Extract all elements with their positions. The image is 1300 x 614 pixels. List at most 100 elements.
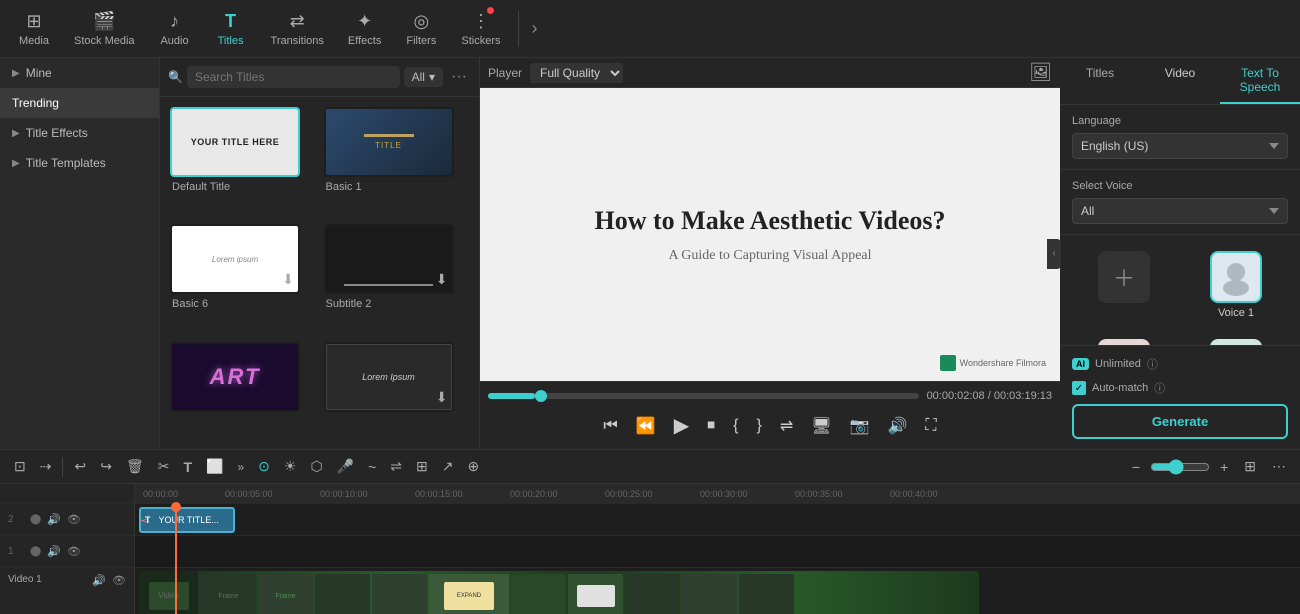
title-templates-arrow-icon: ▶ (12, 158, 20, 169)
unlimited-info-icon[interactable]: ⓘ (1147, 356, 1158, 372)
play-button[interactable]: ▶ (671, 410, 692, 441)
crop-button[interactable]: ⬜ (200, 454, 229, 479)
progress-bar[interactable] (488, 393, 919, 399)
zoom-slider[interactable] (1150, 459, 1210, 475)
motion-track-button[interactable]: ↗ (436, 454, 460, 479)
track1-eye-icon[interactable]: 👁 (67, 545, 81, 558)
track2-eye-icon[interactable]: 👁 (67, 513, 81, 526)
redo-button[interactable]: ↪ (94, 454, 118, 479)
track1-audio-icon[interactable]: 🔊 (47, 545, 61, 558)
voice-filter-select[interactable]: All (1072, 198, 1288, 224)
audio-mix-button[interactable]: ~ (362, 455, 382, 479)
voice-card-voice1[interactable]: Voice 1 (1184, 245, 1288, 325)
title-clip[interactable]: T ✂ YOUR TITLE... (139, 507, 235, 533)
add-voice-button[interactable]: ＋ (1098, 251, 1150, 303)
preview-image-icon[interactable]: 🖼 (1029, 62, 1052, 83)
collapse-left-button[interactable]: ‹ (1047, 239, 1061, 269)
sidebar-item-mine[interactable]: ▶ Mine (0, 58, 159, 88)
toolbar-stickers[interactable]: ⋮ Stickers (451, 7, 510, 51)
progress-handle[interactable] (535, 390, 547, 402)
filter-dropdown[interactable]: All ▾ (404, 67, 443, 87)
title-card-subtitle2[interactable]: ⬇ Subtitle 2 (324, 224, 470, 333)
toolbar-transitions[interactable]: ⇄ Transitions (261, 7, 334, 51)
snap-tool-button[interactable]: ⊡ (8, 454, 32, 479)
tl-sep1 (62, 457, 63, 477)
title-card-basic6-img[interactable]: Lorem ipsum ⬇ (170, 224, 300, 294)
mark-in-button[interactable]: { (730, 414, 741, 438)
audio-button[interactable]: 🔊 (884, 413, 910, 439)
titles-panel: 🔍 All ▾ ··· YOUR TITLE HERE Default Titl (160, 58, 480, 449)
tab-titles[interactable]: Titles (1060, 58, 1140, 104)
sidebar-item-title-templates[interactable]: ▶ Title Templates (0, 148, 159, 178)
grid-view-button[interactable]: ⊞ (1238, 454, 1262, 479)
sidebar-item-title-effects[interactable]: ▶ Title Effects (0, 118, 159, 148)
tracks: T ✂ YOUR TITLE... (135, 504, 1300, 614)
voice-card-jason[interactable]: Jason (1184, 333, 1288, 345)
automatch-checkbox[interactable]: ✓ (1072, 381, 1086, 395)
zoom-out-button[interactable]: − (1126, 455, 1146, 479)
playhead[interactable] (175, 504, 177, 614)
title-card-default-img[interactable]: YOUR TITLE HERE (170, 107, 300, 177)
voice-card-jenny[interactable]: Jenny (1072, 333, 1176, 345)
ripple-button[interactable]: ⇢ (34, 454, 58, 479)
title-card-default[interactable]: YOUR TITLE HERE Default Title (170, 107, 316, 216)
toolbar-media[interactable]: ⊞ Media (8, 7, 60, 51)
time-mark-0: 00:00:00 (143, 489, 178, 499)
jason-avatar[interactable] (1210, 339, 1262, 345)
text-button[interactable]: T (177, 455, 198, 479)
playback-controls: ⏮ ⏪ ▶ ⏹ { } ⇌ 🖥 📷 🔊 ⛶ (488, 406, 1052, 445)
color-button[interactable]: ☀ (278, 454, 303, 479)
stabilize-button[interactable]: ⇌ (777, 413, 796, 439)
track2-audio-icon[interactable]: 🔊 (47, 513, 61, 526)
screenshot-button[interactable]: 📷 (847, 413, 873, 439)
title-card-basic6[interactable]: Lorem ipsum ⬇ Basic 6 (170, 224, 316, 333)
sidebar-item-trending[interactable]: Trending (0, 88, 159, 118)
toolbar-titles[interactable]: T Titles (205, 7, 257, 51)
toolbar-filters[interactable]: ◎ Filters (395, 7, 447, 51)
voice-button[interactable]: 🎤 (331, 454, 360, 479)
more-options-icon[interactable]: ··· (447, 66, 471, 88)
generate-button[interactable]: Generate (1072, 404, 1288, 439)
cut-button[interactable]: ✂ (152, 454, 176, 479)
delete-button[interactable]: 🗑 (120, 454, 150, 479)
automatch-info-icon[interactable]: ⓘ (1154, 380, 1165, 396)
record-button[interactable]: ⊙ (252, 454, 276, 479)
step-back-button[interactable]: ⏪ (633, 413, 659, 439)
video1-audio-icon[interactable]: 🔊 (92, 574, 106, 587)
title-card-art-img[interactable]: ART (170, 342, 300, 412)
time-mark-5: 00:00:05:00 (225, 489, 273, 499)
toolbar-audio[interactable]: ♪ Audio (149, 7, 201, 51)
video-clip[interactable]: Video Frame Frame (139, 571, 979, 614)
title-card-basic1-img[interactable]: TITLE (324, 107, 454, 177)
tab-text-to-speech[interactable]: Text To Speech (1220, 58, 1300, 104)
zoom-in-button[interactable]: + (1214, 455, 1234, 479)
title-card-lorem-img[interactable]: Lorem Ipsum ⬇ (324, 342, 454, 412)
toolbar-expand[interactable]: › (527, 14, 541, 43)
title-card-basic1[interactable]: TITLE Basic 1 (324, 107, 470, 216)
jenny-avatar[interactable] (1098, 339, 1150, 345)
speed-button[interactable]: » (231, 456, 250, 478)
rewind-button[interactable]: ⏮ (600, 414, 620, 438)
mask-button[interactable]: ⬡ (304, 454, 328, 479)
quality-select[interactable]: Full Quality 1/2 Quality 1/4 Quality (530, 63, 623, 83)
fullscreen-button[interactable]: ⛶ (922, 414, 939, 438)
more-tl-button[interactable]: ⋯ (1266, 454, 1292, 479)
monitor-button[interactable]: 🖥 (808, 413, 834, 439)
undo-button[interactable]: ↩ (68, 454, 92, 479)
toolbar-stock-media[interactable]: 🎬 Stock Media (64, 7, 145, 51)
stop-button[interactable]: ⏹ (704, 414, 718, 438)
voice1-avatar[interactable] (1210, 251, 1262, 303)
add-voice-card[interactable]: ＋ (1072, 245, 1176, 325)
language-select[interactable]: English (US) (1072, 133, 1288, 159)
toolbar-effects[interactable]: ✦ Effects (338, 7, 391, 51)
video1-eye-icon[interactable]: 👁 (112, 574, 126, 587)
split-audio-button[interactable]: ⇌ (384, 454, 408, 479)
scene-detect-button[interactable]: ⊞ (410, 454, 434, 479)
add-marker-button[interactable]: ⊕ (462, 454, 486, 479)
mark-out-button[interactable]: } (753, 414, 764, 438)
title-card-subtitle2-img[interactable]: ⬇ (324, 224, 454, 294)
tab-video[interactable]: Video (1140, 58, 1220, 104)
title-card-art[interactable]: ART (170, 342, 316, 439)
title-card-lorem[interactable]: Lorem Ipsum ⬇ (324, 342, 470, 439)
search-input[interactable] (187, 66, 400, 88)
